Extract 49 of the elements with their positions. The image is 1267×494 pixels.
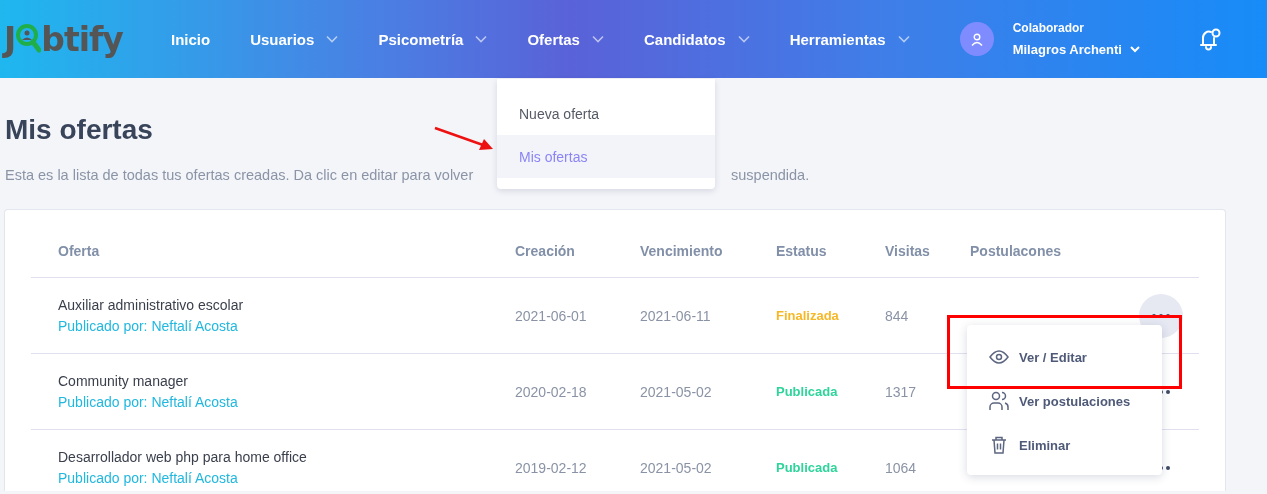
menu-item[interactable]: Ver / Editar — [967, 335, 1162, 379]
menu-item[interactable]: Mis ofertas — [497, 135, 715, 178]
nav-link[interactable]: Ofertas — [527, 30, 604, 48]
column-header: Estatus — [776, 242, 828, 259]
column-header: Visitas — [885, 242, 931, 259]
user-role: Colaborador — [1012, 21, 1085, 35]
table-cell-text: 2021-06-11 — [640, 307, 712, 324]
nav-link[interactable]: Psicometría — [378, 30, 488, 48]
nav-link[interactable]: Usuarios — [250, 30, 339, 48]
table-cell-text: 2021-05-02 — [640, 383, 713, 400]
logo[interactable]: J btify — [4, 19, 123, 59]
column-header: Oferta — [58, 242, 101, 259]
publisher-link[interactable]: Publicado por: Neftalí Acosta — [58, 318, 515, 334]
menu-item[interactable]: Nueva oferta — [497, 92, 715, 135]
nav-link[interactable]: Herramientas — [789, 30, 910, 48]
table-cell-text: 844 — [885, 307, 910, 324]
eye-icon — [989, 350, 1009, 364]
magnifier-icon — [15, 22, 42, 56]
annotation-arrow — [433, 125, 495, 152]
trash-icon — [991, 436, 1007, 454]
table-cell-text: 1064 — [885, 459, 918, 476]
publisher-link[interactable]: Publicado por: Neftalí Acosta — [58, 394, 515, 410]
users-icon — [989, 391, 1009, 411]
publisher-link[interactable]: Publicado por: Neftalí Acosta — [58, 470, 515, 486]
table-cell-text: 2021-05-02 — [640, 459, 713, 476]
status-label: Publicada — [776, 384, 839, 399]
avatar-icon[interactable] — [959, 22, 994, 56]
chevron-down-icon — [1130, 46, 1140, 53]
table-cell-text: 2021-06-01 — [515, 307, 588, 324]
status-label: Publicada — [776, 460, 839, 475]
nav-link[interactable]: Inicio — [171, 30, 211, 48]
page-title: Mis ofertas — [5, 114, 153, 146]
menu-item[interactable]: Ver postulaciones — [967, 379, 1162, 423]
table-cell-text: 1317 — [885, 383, 918, 400]
user-name[interactable]: Milagros Archenti — [1012, 42, 1140, 57]
offer-title: Desarrollador web php para home office — [58, 449, 308, 465]
column-header: Creación — [515, 242, 576, 259]
table-cell-text: 2020-02-18 — [515, 383, 588, 400]
status-label: Finalizada — [776, 308, 840, 323]
nav-link[interactable]: Candidatos — [643, 30, 750, 48]
table-cell-text: 2019-02-12 — [515, 459, 588, 476]
column-header: Vencimiento — [640, 242, 724, 259]
page-description: suspendida. — [731, 167, 810, 183]
menu-item[interactable]: Eliminar — [967, 423, 1162, 467]
column-header: Postulacones — [970, 242, 1063, 259]
offer-title: Auxiliar administrativo escolar — [58, 297, 245, 313]
page-description: Esta es la lista de todas tus ofertas creadas. Da clic en editar para volver — [5, 167, 474, 183]
bell-icon[interactable] — [1197, 26, 1223, 52]
offer-title: Community manager — [58, 373, 189, 389]
